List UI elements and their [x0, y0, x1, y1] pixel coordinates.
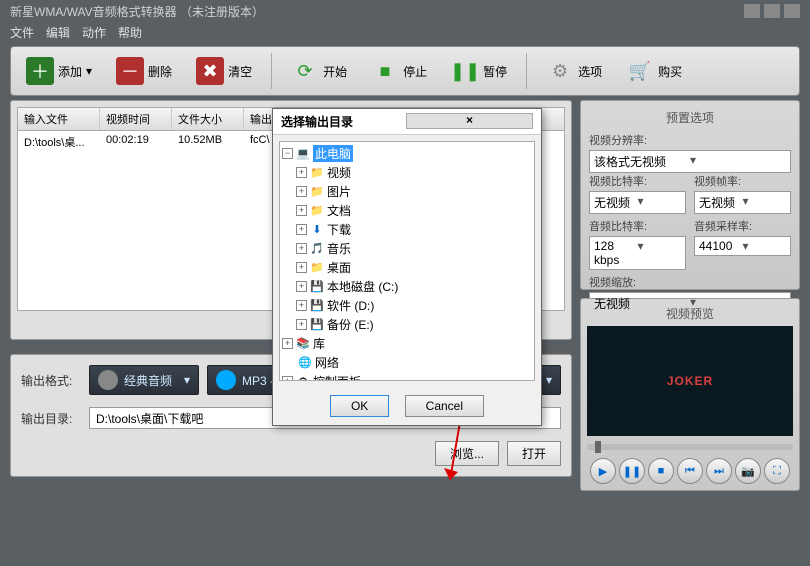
tree-node-desktop[interactable]: +📁桌面 [282, 258, 532, 277]
menu-help[interactable]: 帮助 [118, 24, 142, 41]
dialog-title: 选择输出目录 [281, 113, 406, 130]
col-size[interactable]: 文件大小 [172, 108, 244, 130]
tree-node-docs[interactable]: +📁文档 [282, 201, 532, 220]
dialog-titlebar[interactable]: 选择输出目录 × [273, 109, 541, 135]
dialog-ok-button[interactable]: OK [330, 395, 389, 417]
maximize-button[interactable] [764, 4, 780, 18]
tree-node-lib[interactable]: +📚库 [282, 334, 532, 353]
asample-select[interactable]: 44100▾ [694, 236, 791, 256]
prev-button[interactable]: ⏮ [677, 458, 703, 484]
browse-button[interactable]: 浏览... [435, 441, 499, 466]
pause-icon: ❚❚ [451, 57, 479, 85]
menu-action[interactable]: 动作 [82, 24, 106, 41]
cart-icon: 🛒 [626, 57, 654, 85]
pause-preview-button[interactable]: ❚❚ [619, 458, 645, 484]
stop-button[interactable]: ■停止 [362, 52, 436, 90]
preset-title: 预置选项 [589, 109, 791, 126]
chevron-down-icon: ▾ [546, 373, 552, 387]
tree-node-music[interactable]: +🎵音乐 [282, 239, 532, 258]
delete-icon: － [116, 57, 144, 85]
vfps-select[interactable]: 无视频▾ [694, 191, 791, 214]
buy-button[interactable]: 🛒购买 [617, 52, 691, 90]
col-file[interactable]: 输入文件 [18, 108, 100, 130]
tree-node-diskc[interactable]: +💾本地磁盘 (C:) [282, 277, 532, 296]
dialog-cancel-button[interactable]: Cancel [405, 395, 484, 417]
slider-thumb[interactable] [595, 441, 601, 453]
disc-icon [98, 370, 118, 390]
vbitrate-select[interactable]: 无视频▾ [589, 191, 686, 214]
menubar: 文件 编辑 动作 帮助 [0, 22, 810, 42]
stop-icon: ■ [371, 57, 399, 85]
dialog-close-button[interactable]: × [406, 113, 533, 129]
stop-preview-button[interactable]: ■ [648, 458, 674, 484]
tree-node-network[interactable]: 🌐网络 [282, 353, 532, 372]
toolbar: ＋添加▾ －删除 ✖清空 ⟳开始 ■停止 ❚❚暂停 ⚙选项 🛒购买 [10, 46, 800, 96]
tree-node-diskd[interactable]: +💾软件 (D:) [282, 296, 532, 315]
start-icon: ⟳ [291, 57, 319, 85]
fullscreen-button[interactable]: ⛶ [764, 458, 790, 484]
open-button[interactable]: 打开 [507, 441, 561, 466]
add-button[interactable]: ＋添加▾ [17, 52, 101, 90]
format-label: 输出格式: [21, 372, 81, 389]
tree-node-pc[interactable]: −💻此电脑 [282, 144, 532, 163]
menu-edit[interactable]: 编辑 [46, 24, 70, 41]
video-res-select[interactable]: 该格式无视频▾ [589, 150, 791, 173]
menu-file[interactable]: 文件 [10, 24, 34, 41]
options-button[interactable]: ⚙选项 [537, 52, 611, 90]
clear-icon: ✖ [196, 57, 224, 85]
tree-node-video[interactable]: +📁视频 [282, 163, 532, 182]
chevron-down-icon: ▾ [184, 373, 190, 387]
classic-combo[interactable]: 经典音频 ▾ [89, 365, 199, 395]
play-button[interactable]: ▶ [590, 458, 616, 484]
video-preview: JOKER [587, 326, 793, 436]
clear-button[interactable]: ✖清空 [187, 52, 261, 90]
abitrate-select[interactable]: 128 kbps▾ [589, 236, 686, 270]
start-button[interactable]: ⟳开始 [282, 52, 356, 90]
tree-node-pictures[interactable]: +📁图片 [282, 182, 532, 201]
progress-slider[interactable] [587, 444, 793, 450]
close-button[interactable] [784, 4, 800, 18]
preset-panel: 预置选项 视频分辨率: 该格式无视频▾ 视频比特率:无视频▾ 视频帧率:无视频▾… [580, 100, 800, 290]
titlebar: 新星WMA/WAV音频格式转换器 （未注册版本） [0, 0, 810, 22]
preview-panel: 视频预览 JOKER ▶ ❚❚ ■ ⏮ ⏭ 📷 ⛶ [580, 298, 800, 491]
format-icon [216, 370, 236, 390]
tree-node-cpanel[interactable]: +⚙控制面板 [282, 372, 532, 381]
next-button[interactable]: ⏭ [706, 458, 732, 484]
gear-icon: ⚙ [546, 57, 574, 85]
tree-node-diske[interactable]: +💾备份 (E:) [282, 315, 532, 334]
window-title: 新星WMA/WAV音频格式转换器 （未注册版本） [10, 3, 740, 20]
minimize-button[interactable] [744, 4, 760, 18]
tree-node-downloads[interactable]: +⬇下载 [282, 220, 532, 239]
col-duration[interactable]: 视频时间 [100, 108, 172, 130]
delete-button[interactable]: －删除 [107, 52, 181, 90]
pause-button[interactable]: ❚❚暂停 [442, 52, 516, 90]
folder-tree[interactable]: −💻此电脑 +📁视频 +📁图片 +📁文档 +⬇下载 +🎵音乐 +📁桌面 +💾本地… [279, 141, 535, 381]
dir-label: 输出目录: [21, 410, 81, 427]
folder-dialog: 选择输出目录 × −💻此电脑 +📁视频 +📁图片 +📁文档 +⬇下载 +🎵音乐 … [272, 108, 542, 426]
snapshot-button[interactable]: 📷 [735, 458, 761, 484]
add-icon: ＋ [26, 57, 54, 85]
